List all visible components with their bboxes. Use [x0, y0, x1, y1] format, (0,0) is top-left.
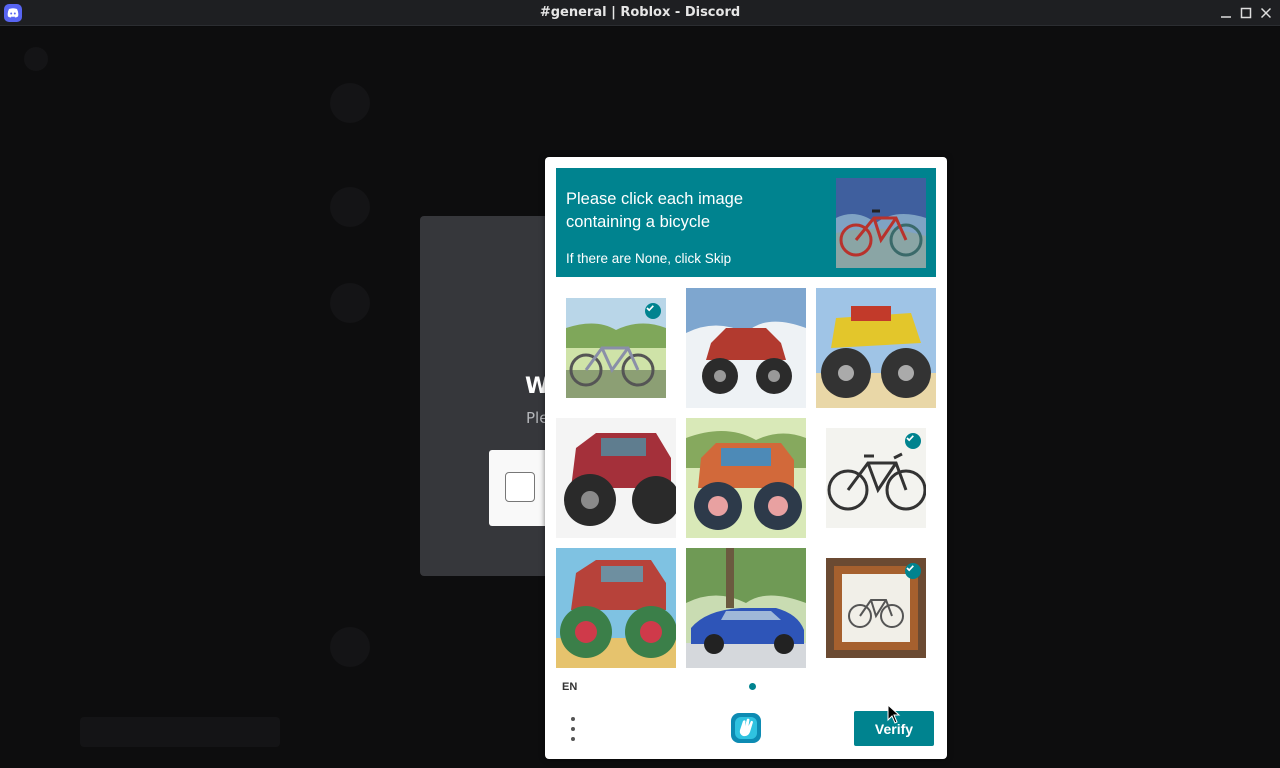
mouse-cursor-icon: [887, 703, 901, 724]
ghost-server-icon: [24, 47, 48, 71]
hcaptcha-checkbox[interactable]: [505, 472, 535, 502]
tile-4[interactable]: [556, 418, 676, 538]
discord-icon: [4, 4, 22, 22]
tile-9[interactable]: [826, 558, 926, 658]
ghost-user-panel: [80, 717, 280, 747]
example-image: [836, 178, 926, 268]
ghost-avatar: [330, 187, 370, 227]
minimize-icon[interactable]: [1218, 4, 1234, 22]
close-icon[interactable]: [1258, 4, 1274, 22]
selected-check-icon: [905, 433, 921, 449]
window-titlebar: #general | Roblox - Discord: [0, 0, 1280, 26]
ghost-avatar: [330, 83, 370, 123]
maximize-icon[interactable]: [1238, 4, 1254, 22]
window-controls: [1218, 4, 1274, 22]
tile-6[interactable]: [826, 428, 926, 528]
tile-5[interactable]: [686, 418, 806, 538]
selected-check-icon: [645, 303, 661, 319]
tile-1[interactable]: [566, 298, 666, 398]
ghost-avatar: [330, 627, 370, 667]
captcha-prompt: Please click each image containing a bic…: [556, 168, 936, 277]
hcaptcha-logo-icon[interactable]: [729, 711, 763, 745]
tile-3[interactable]: [816, 288, 936, 408]
tile-7[interactable]: [556, 548, 676, 668]
skip-hint: If there are None, click Skip: [566, 251, 732, 266]
tile-8[interactable]: [686, 548, 806, 668]
prompt-text: Please click each image containing a bic…: [566, 190, 744, 231]
page-indicator: [749, 683, 756, 690]
window-title: #general | Roblox - Discord: [539, 5, 741, 20]
tile-2[interactable]: [686, 288, 806, 408]
language-selector[interactable]: EN: [562, 681, 577, 693]
captcha-challenge: Please click each image containing a bic…: [545, 157, 947, 759]
selected-check-icon: [905, 563, 921, 579]
menu-icon[interactable]: [565, 715, 581, 743]
ghost-avatar: [330, 283, 370, 323]
